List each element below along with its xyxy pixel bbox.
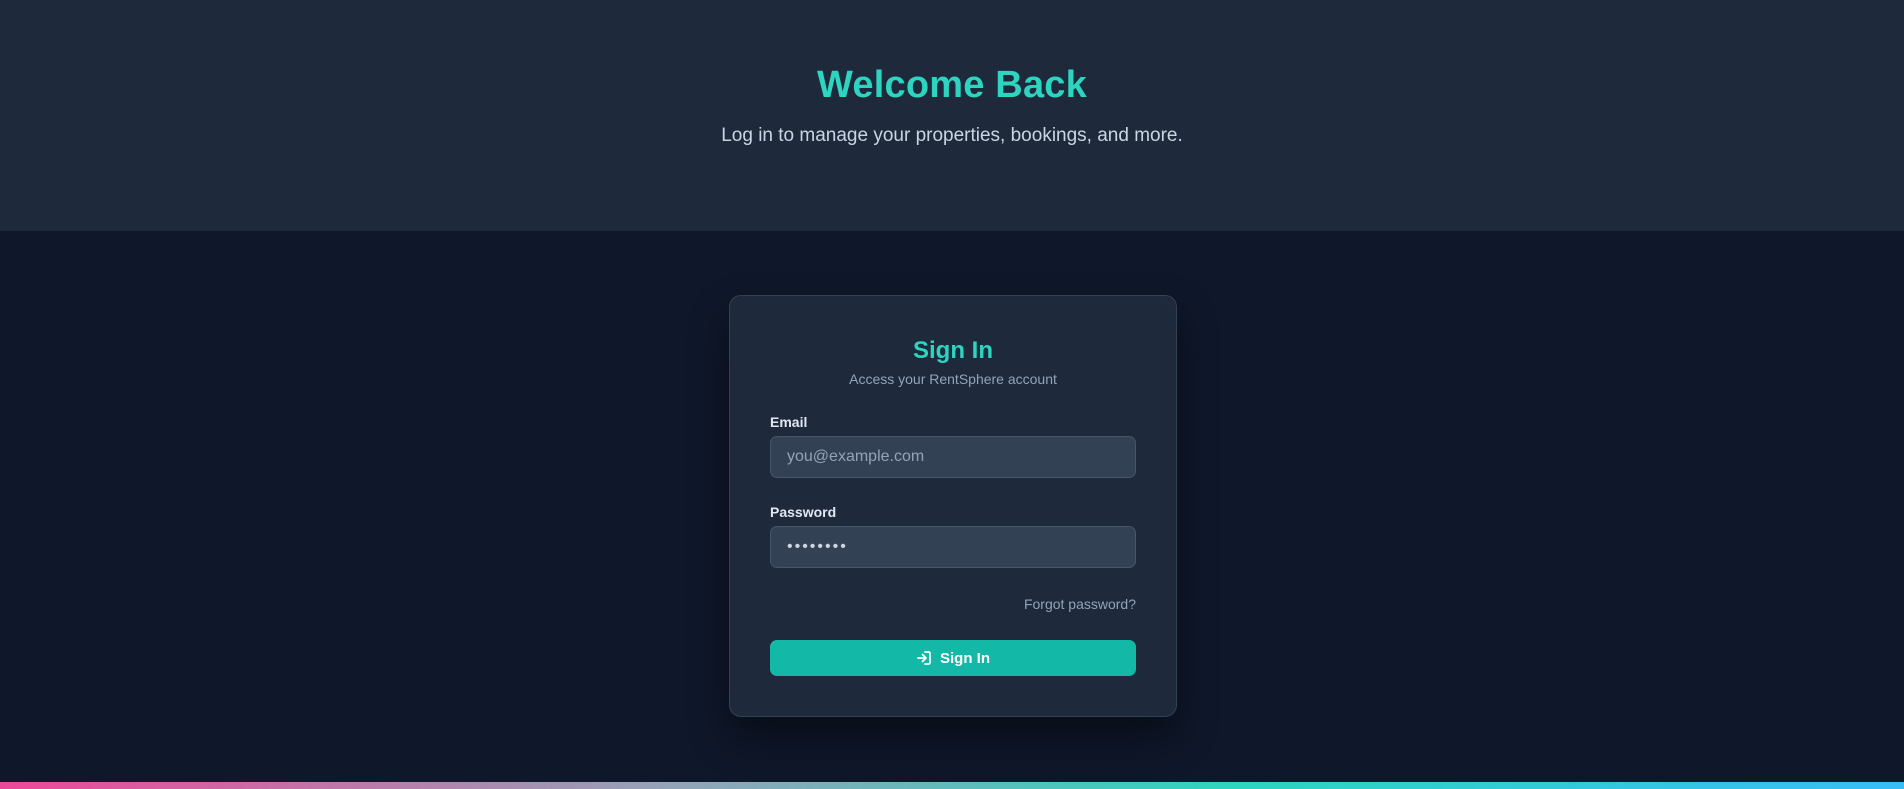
email-label: Email bbox=[770, 414, 808, 430]
card-subtitle: Access your RentSphere account bbox=[849, 371, 1057, 387]
sign-in-button-label: Sign In bbox=[940, 649, 990, 667]
card-title: Sign In bbox=[913, 337, 993, 364]
password-input[interactable] bbox=[770, 526, 1136, 568]
email-input[interactable] bbox=[770, 436, 1136, 478]
page-subtitle: Log in to manage your properties, bookin… bbox=[721, 125, 1183, 146]
password-label: Password bbox=[770, 504, 837, 520]
hero-section: Welcome Back Log in to manage your prope… bbox=[0, 0, 1904, 231]
sign-in-icon bbox=[916, 650, 932, 666]
forgot-password-link[interactable]: Forgot password? bbox=[1024, 596, 1136, 612]
page-title: Welcome Back bbox=[817, 64, 1087, 106]
login-card: Sign In Access your RentSphere account E… bbox=[729, 295, 1177, 717]
accent-bar bbox=[0, 782, 1904, 789]
sign-in-button[interactable]: Sign In bbox=[770, 640, 1136, 676]
